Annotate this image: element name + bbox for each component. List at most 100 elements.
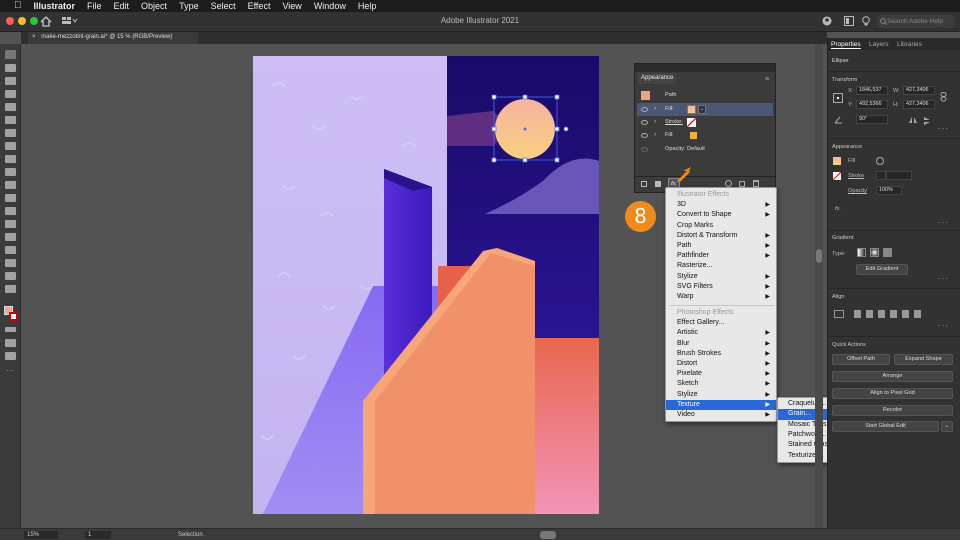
menu-item-pathfinder[interactable]: Pathfinder ▶ <box>666 251 776 261</box>
clear-appearance-icon[interactable] <box>725 180 732 187</box>
appearance-path-row[interactable]: Path <box>637 89 773 102</box>
menu-item-distort[interactable]: Distort ▶ <box>666 359 776 369</box>
align-right-icon[interactable] <box>878 310 885 318</box>
stroke-weight-field[interactable] <box>886 171 912 180</box>
global-edit-options-dropdown[interactable]: ⌄ <box>941 421 953 432</box>
eyedropper-tool-icon[interactable] <box>5 246 16 254</box>
align-middle-icon[interactable] <box>902 310 909 318</box>
vertical-scrollbar[interactable] <box>815 44 823 528</box>
appearance-fill-row-selected[interactable]: › Fill: ⌄ <box>637 103 773 116</box>
expand-shape-button[interactable]: Expand Shape <box>894 354 953 365</box>
panel-menu-icon[interactable]: ≡ <box>765 76 769 83</box>
menu-type[interactable]: Type <box>173 0 205 12</box>
opacity-field[interactable]: 100% <box>876 186 902 195</box>
freeform-gradient-icon[interactable] <box>883 248 892 257</box>
x-field[interactable]: 1846,537 <box>856 86 888 95</box>
align-top-icon[interactable] <box>890 310 897 318</box>
eraser-tool-icon[interactable] <box>5 181 16 189</box>
menu-item-rasterize[interactable]: Rasterize... <box>666 261 776 271</box>
stroke-color-swatch[interactable] <box>833 172 841 180</box>
menu-view[interactable]: View <box>276 0 307 12</box>
menu-app-name[interactable]: Illustrator <box>28 0 82 12</box>
stroke-weight-stepper[interactable] <box>876 171 886 180</box>
constrain-proportions-link-icon[interactable] <box>940 92 948 102</box>
menu-item-3d[interactable]: 3D ▶ <box>666 200 776 210</box>
fill-info-icon[interactable] <box>876 157 884 165</box>
angle-field[interactable]: 90° <box>856 115 888 124</box>
eye-icon[interactable] <box>641 120 648 125</box>
more-tools-icon[interactable]: ··· <box>6 366 14 375</box>
zoom-level-field[interactable]: 15% <box>24 531 58 539</box>
expand-arrow-icon[interactable]: › <box>654 116 656 129</box>
menu-item-svg-filters[interactable]: SVG Filters ▶ <box>666 282 776 292</box>
gradient-tool-icon[interactable] <box>5 233 16 241</box>
more-options-icon[interactable]: ··· <box>938 321 949 330</box>
flip-horizontal-icon[interactable] <box>908 116 918 124</box>
appearance-fill-row[interactable]: › Fill: <box>637 129 773 142</box>
appearance-opacity-row[interactable]: Opacity: Default <box>637 143 773 156</box>
align-to-pixel-grid-button[interactable]: Align to Pixel Grid <box>832 388 953 399</box>
zoom-tool-icon[interactable] <box>5 285 16 293</box>
flip-vertical-icon[interactable] <box>923 116 931 126</box>
reference-point-icon[interactable] <box>833 93 843 103</box>
opacity-label[interactable]: Opacity <box>848 188 867 194</box>
menu-item-path[interactable]: Path ▶ <box>666 241 776 251</box>
menu-object[interactable]: Object <box>135 0 173 12</box>
tab-libraries[interactable]: Libraries <box>897 41 922 48</box>
menu-item-warp[interactable]: Warp ▶ <box>666 292 776 302</box>
align-bottom-icon[interactable] <box>914 310 921 318</box>
appearance-panel-tab[interactable]: Appearance <box>638 73 676 84</box>
shape-builder-tool-icon[interactable] <box>5 220 16 228</box>
fill-gradient-swatch[interactable] <box>687 105 696 114</box>
rectangle-tool-icon[interactable] <box>5 103 16 111</box>
stroke-swatch[interactable] <box>9 312 18 321</box>
menu-item-brush-strokes[interactable]: Brush Strokes ▶ <box>666 349 776 359</box>
artboard-number-field[interactable]: 1 <box>85 531 111 539</box>
tab-properties[interactable]: Properties <box>831 41 861 49</box>
fill-dropdown-icon[interactable]: ⌄ <box>698 105 706 114</box>
expand-arrow-icon[interactable]: › <box>654 103 656 116</box>
menu-item-video[interactable]: Video ▶ <box>666 410 776 420</box>
fill-color-swatch[interactable] <box>833 157 841 165</box>
menu-item-sketch[interactable]: Sketch ▶ <box>666 379 776 389</box>
fill-solid-swatch[interactable] <box>690 132 697 139</box>
discover-lightbulb-icon[interactable] <box>862 16 870 26</box>
horizontal-scroll-thumb[interactable] <box>540 531 556 539</box>
document-tab-close[interactable]: × <box>32 34 36 40</box>
arrange-button[interactable]: Arrange <box>832 371 953 382</box>
screen-mode-icon[interactable] <box>5 352 16 360</box>
stroke-none-swatch[interactable] <box>687 118 696 127</box>
pen-tool-icon[interactable] <box>5 77 16 85</box>
eye-icon[interactable] <box>641 107 648 112</box>
recolor-button[interactable]: Recolor <box>832 405 953 416</box>
h-field[interactable]: 427,3406 <box>903 100 935 109</box>
scale-tool-icon[interactable] <box>5 168 16 176</box>
paintbrush-tool-icon[interactable] <box>5 116 16 124</box>
vertical-scroll-thumb[interactable] <box>816 249 822 263</box>
eye-icon[interactable] <box>641 133 648 138</box>
panel-grip[interactable] <box>635 64 775 72</box>
menu-item-pixelate[interactable]: Pixelate ▶ <box>666 369 776 379</box>
warp-tool-icon[interactable] <box>5 194 16 202</box>
align-center-icon[interactable] <box>866 310 873 318</box>
draw-mode-icon[interactable] <box>5 339 16 347</box>
blend-tool-icon[interactable] <box>5 259 16 267</box>
menu-item-artistic[interactable]: Artistic ▶ <box>666 328 776 338</box>
menu-item-stylize[interactable]: Stylize ▶ <box>666 272 776 282</box>
menu-item-texture[interactable]: Texture ▶ <box>666 399 776 410</box>
menu-item-crop-marks[interactable]: Crop Marks <box>666 221 776 231</box>
curvature-tool-icon[interactable] <box>5 90 16 98</box>
color-mode-icon[interactable] <box>5 327 16 332</box>
stroke-label[interactable]: Stroke: <box>665 116 683 129</box>
effects-fx-button[interactable]: fx. <box>835 206 841 212</box>
offset-path-button[interactable]: Offset Path <box>832 354 890 365</box>
add-stroke-icon[interactable] <box>641 181 647 187</box>
rotate-tool-icon[interactable] <box>5 155 16 163</box>
start-global-edit-button[interactable]: Start Global Edit <box>832 421 939 432</box>
arrange-documents-icon[interactable] <box>844 16 854 26</box>
menu-effect[interactable]: Effect <box>242 0 277 12</box>
tab-layers[interactable]: Layers <box>869 41 889 48</box>
y-field[interactable]: 492,5366 <box>856 100 888 109</box>
linear-gradient-icon[interactable] <box>857 248 866 257</box>
search-help-field[interactable]: Search Adobe Help <box>877 15 955 28</box>
